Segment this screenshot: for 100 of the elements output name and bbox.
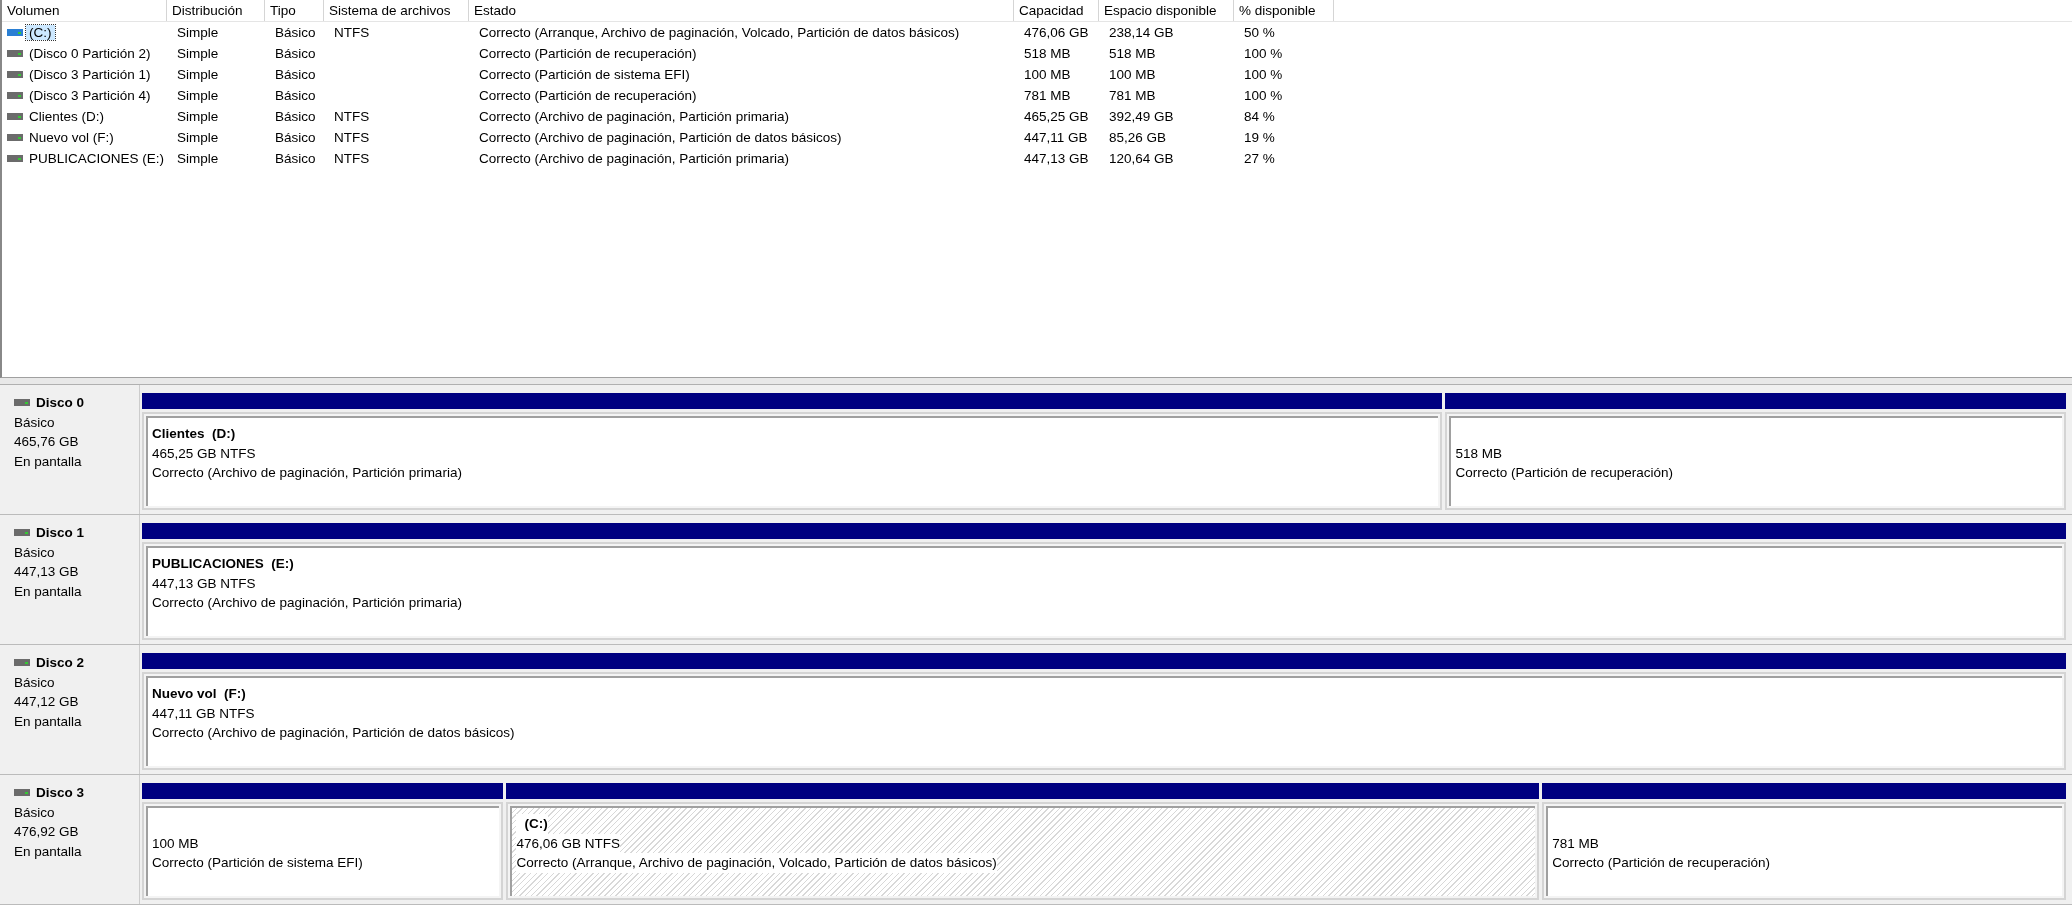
partition-block[interactable]: 518 MB Correcto (Partición de recuperación) xyxy=(1449,416,2062,506)
drive-icon xyxy=(14,528,30,538)
drive-icon xyxy=(7,49,23,58)
disk-name: Disco 2 xyxy=(36,654,85,672)
volume-name[interactable]: (C:) xyxy=(26,25,55,40)
table-cell: NTFS xyxy=(334,25,370,40)
drive-icon xyxy=(7,133,23,142)
partition-size: 781 MB xyxy=(1552,834,1600,853)
partition-size: 465,25 GB NTFS xyxy=(152,444,257,463)
table-cell: Simple xyxy=(177,88,219,103)
partition-title: (C:) xyxy=(516,814,548,834)
table-cell: Básico xyxy=(275,46,316,61)
drive-icon xyxy=(7,70,23,79)
drive-icon xyxy=(14,658,30,668)
table-cell: 50 % xyxy=(1244,25,1275,40)
table-cell: 100 % xyxy=(1244,88,1283,103)
disk-status: En pantalla xyxy=(14,452,83,471)
partition-block[interactable]: Clientes (D:) 465,25 GB NTFS Correcto (Archivo de paginación, Partición primaria) xyxy=(146,416,1439,506)
table-cell: 518 MB xyxy=(1024,46,1071,61)
partition-block[interactable]: 100 MB Correcto (Partición de sistema EFI) xyxy=(146,806,500,896)
table-cell: Correcto (Arranque, Archivo de paginación, Volcado, Partición de datos básicos) xyxy=(479,25,960,40)
table-cell: Simple xyxy=(177,46,219,61)
column-header[interactable]: Sistema de archivos xyxy=(324,0,469,21)
partition-title: Nuevo vol (F:) xyxy=(152,685,247,703)
table-cell: Básico xyxy=(275,25,316,40)
disk-size: 465,76 GB xyxy=(14,433,80,451)
partition-status: Correcto (Archivo de paginación, Partición primaria) xyxy=(152,464,463,482)
table-cell: NTFS xyxy=(334,109,370,124)
table-cell: 781 MB xyxy=(1024,88,1071,103)
table-cell: 447,11 GB xyxy=(1024,130,1088,145)
partition-block[interactable]: PUBLICACIONES (E:) 447,13 GB NTFS Correcto (Archivo de paginación, Partición primaria) xyxy=(146,546,2062,636)
table-cell: 238,14 GB xyxy=(1109,25,1174,40)
table-cell: Correcto (Partición de recuperación) xyxy=(479,88,697,103)
table-cell: 100 % xyxy=(1244,46,1283,61)
column-header[interactable]: Volumen xyxy=(2,0,167,21)
disk-name: Disco 0 xyxy=(36,394,85,412)
volume-name[interactable]: Clientes (D:) xyxy=(26,109,107,124)
column-header[interactable]: Tipo xyxy=(265,0,324,21)
column-header[interactable]: Capacidad xyxy=(1014,0,1099,21)
table-cell: Básico xyxy=(275,130,316,145)
partition-status: Correcto (Archivo de paginación, Partición primaria) xyxy=(152,594,463,612)
table-cell: 100 MB xyxy=(1024,67,1071,82)
table-cell: NTFS xyxy=(334,130,370,145)
table-cell: 447,13 GB xyxy=(1024,151,1089,166)
table-cell: Correcto (Partición de recuperación) xyxy=(479,46,697,61)
partition-block[interactable]: 781 MB Correcto (Partición de recuperación) xyxy=(1546,806,2062,896)
splitter-bar[interactable] xyxy=(0,378,2072,385)
partition-size: 100 MB xyxy=(152,834,200,853)
partition-title: PUBLICACIONES (E:) xyxy=(152,555,295,573)
table-cell: NTFS xyxy=(334,151,370,166)
volume-name[interactable]: Nuevo vol (F:) xyxy=(26,130,117,145)
table-cell: 781 MB xyxy=(1109,88,1156,103)
disk-size: 447,12 GB xyxy=(14,693,80,711)
volume-name[interactable]: (Disco 0 Partición 2) xyxy=(26,46,154,61)
table-cell: Correcto (Archivo de paginación, Partición de datos básicos) xyxy=(479,130,842,145)
table-cell: 19 % xyxy=(1244,130,1275,145)
drive-icon xyxy=(14,788,30,798)
table-cell: Simple xyxy=(177,109,219,124)
disk-status: En pantalla xyxy=(14,712,83,731)
table-cell: Correcto (Partición de sistema EFI) xyxy=(479,67,690,82)
disk-status: En pantalla xyxy=(14,842,83,861)
disk-type: Básico xyxy=(14,413,56,432)
disk-type: Básico xyxy=(14,803,56,822)
drive-icon xyxy=(7,112,23,121)
partition-size: 476,06 GB NTFS xyxy=(516,833,620,853)
table-cell: Básico xyxy=(275,151,316,166)
partition-status: Correcto (Arranque, Archivo de paginación, Volcado, Partición de datos básicos) xyxy=(516,853,997,873)
drive-icon xyxy=(7,154,23,163)
table-cell: 476,06 GB xyxy=(1024,25,1089,40)
table-cell: Básico xyxy=(275,109,316,124)
drive-icon xyxy=(14,398,30,408)
table-cell: 84 % xyxy=(1244,109,1275,124)
column-header[interactable]: Estado xyxy=(469,0,1014,21)
disk-name: Disco 1 xyxy=(36,524,85,542)
disk-type: Básico xyxy=(14,673,56,692)
partition-status: Correcto (Partición de sistema EFI) xyxy=(152,854,364,872)
table-cell: Básico xyxy=(275,67,316,82)
column-header[interactable]: Espacio disponible xyxy=(1099,0,1234,21)
volume-name[interactable]: (Disco 3 Partición 1) xyxy=(26,67,154,82)
table-cell: 518 MB xyxy=(1109,46,1156,61)
disk-size: 476,92 GB xyxy=(14,823,80,841)
disk-status: En pantalla xyxy=(14,582,83,601)
partition-status: Correcto (Partición de recuperación) xyxy=(1552,854,1771,872)
table-cell: Simple xyxy=(177,67,219,82)
column-header[interactable]: % disponible xyxy=(1234,0,1334,21)
column-header[interactable]: Distribución xyxy=(167,0,265,21)
volume-name[interactable]: PUBLICACIONES (E:) xyxy=(26,151,168,166)
disk-name: Disco 3 xyxy=(36,784,85,802)
partition-block[interactable]: (C:) 476,06 GB NTFS Correcto (Arranque, Archivo de paginación, Volcado, Partición de datos básicos) xyxy=(510,806,1536,896)
table-cell: 120,64 GB xyxy=(1109,151,1174,166)
disk-type: Básico xyxy=(14,543,56,562)
table-cell: Simple xyxy=(177,130,219,145)
table-cell: Correcto (Archivo de paginación, Partición primaria) xyxy=(479,109,789,124)
table-cell: Simple xyxy=(177,25,219,40)
partition-size: 447,13 GB NTFS xyxy=(152,574,257,593)
table-cell: Básico xyxy=(275,88,316,103)
drive-icon xyxy=(7,91,23,100)
partition-block[interactable]: Nuevo vol (F:) 447,11 GB NTFS Correcto (Archivo de paginación, Partición de datos básicos) xyxy=(146,676,2062,766)
disk-size: 447,13 GB xyxy=(14,563,80,581)
volume-name[interactable]: (Disco 3 Partición 4) xyxy=(26,88,154,103)
